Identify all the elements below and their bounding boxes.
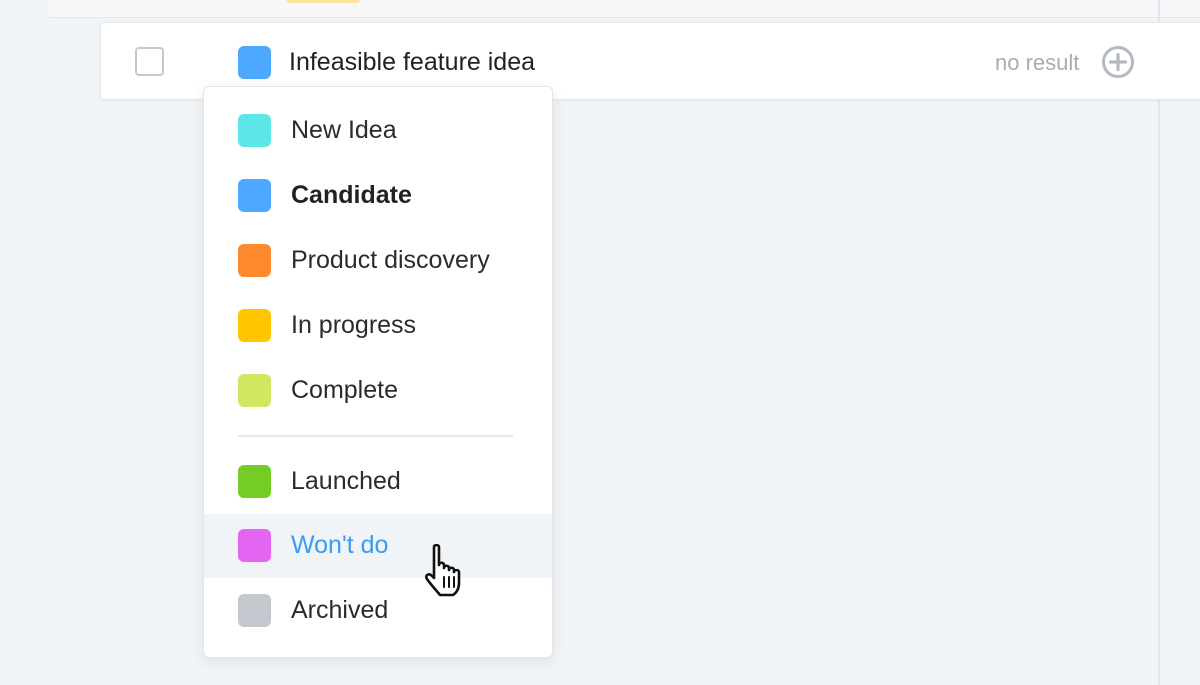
status-option-product-discovery[interactable]: Product discovery xyxy=(204,229,552,293)
status-option-candidate[interactable]: Candidate xyxy=(204,164,552,228)
status-swatch xyxy=(238,374,271,407)
status-option-wont-do[interactable]: Won't do xyxy=(204,514,552,578)
row-title[interactable]: Infeasible feature idea xyxy=(289,46,535,79)
status-option-label: Launched xyxy=(291,467,401,495)
status-option-label: In progress xyxy=(291,311,417,339)
status-option-label: Product discovery xyxy=(291,246,490,274)
status-swatch xyxy=(238,465,271,498)
status-option-label: Complete xyxy=(291,376,398,404)
row-result: no result xyxy=(995,50,1080,75)
status-option-in-progress[interactable]: In progress xyxy=(204,294,552,358)
status-swatch xyxy=(238,309,271,342)
status-option-label: Archived xyxy=(291,596,389,624)
status-option-label: New Idea xyxy=(291,116,397,144)
status-option-complete[interactable]: Complete xyxy=(204,359,552,423)
row-status-swatch[interactable] xyxy=(238,46,271,79)
status-option-new-idea[interactable]: New Idea xyxy=(204,99,552,163)
menu-divider xyxy=(238,435,513,437)
status-swatch xyxy=(238,529,271,562)
previous-row-status-swatch xyxy=(286,0,360,3)
plus-circle-icon[interactable] xyxy=(1101,45,1135,79)
status-swatch xyxy=(238,114,271,147)
status-swatch xyxy=(238,179,271,212)
previous-row xyxy=(48,0,1200,18)
status-option-launched[interactable]: Launched xyxy=(204,450,552,514)
column-divider xyxy=(1158,0,1160,685)
status-option-archived[interactable]: Archived xyxy=(204,579,552,643)
status-dropdown-menu: New Idea Candidate Product discovery In … xyxy=(203,86,553,658)
status-swatch xyxy=(238,244,271,277)
status-option-label: Won't do xyxy=(291,531,389,559)
row-checkbox[interactable] xyxy=(135,47,164,76)
status-option-label: Candidate xyxy=(291,181,412,209)
hand-pointer-icon xyxy=(425,543,461,597)
status-swatch xyxy=(238,594,271,627)
